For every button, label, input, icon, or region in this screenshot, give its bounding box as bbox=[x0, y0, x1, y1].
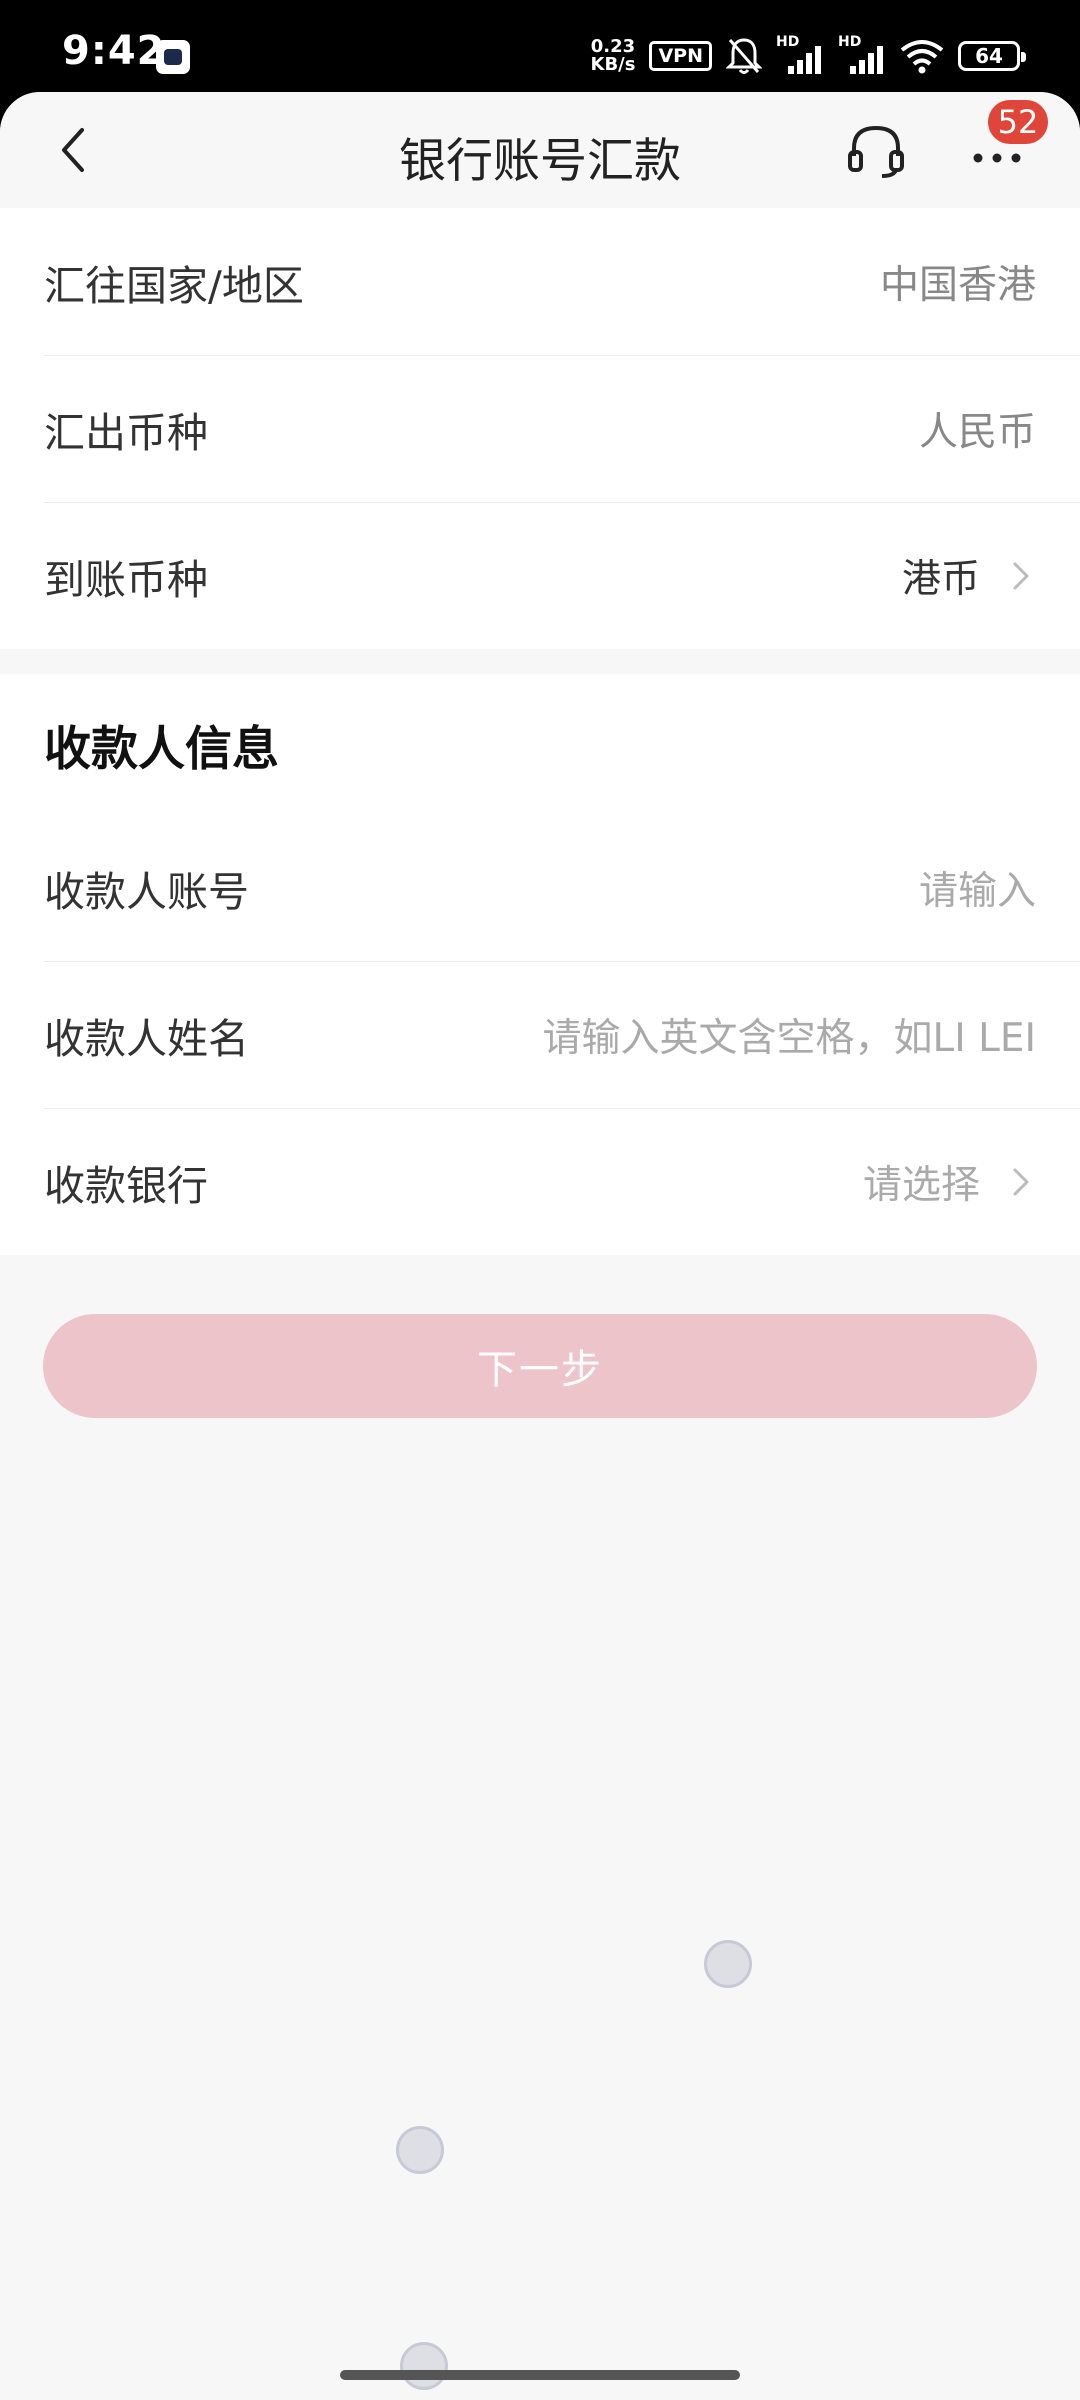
receive-currency-row[interactable]: 到账币种 港币 bbox=[0, 502, 1080, 649]
payee-name-input[interactable]: 请输入英文含空格，如LI LEI bbox=[543, 1007, 1037, 1063]
send-currency-value: 人民币 bbox=[918, 409, 1036, 455]
transfer-info-card: 汇往国家/地区 中国香港 汇出币种 人民币 到账币种 港币 bbox=[0, 208, 1080, 649]
payee-account-input[interactable]: 请输入 bbox=[919, 860, 1036, 916]
status-bar: 9:42 0.23 KB/s VPN HD HD 64 bbox=[0, 0, 1080, 100]
wifi-icon bbox=[900, 40, 944, 74]
touch-indicator bbox=[396, 2126, 444, 2174]
payee-account-row[interactable]: 收款人账号 请输入 bbox=[0, 814, 1080, 961]
receive-currency-value: 港币 bbox=[901, 556, 980, 602]
chevron-right-icon bbox=[1013, 1168, 1029, 1195]
app-notification-icon bbox=[156, 40, 190, 74]
network-speed: 0.23 KB/s bbox=[591, 38, 636, 74]
notification-badge: 52 bbox=[988, 100, 1048, 144]
payee-bank-select[interactable]: 请选择 bbox=[863, 1154, 980, 1210]
status-time: 9:42 bbox=[62, 28, 166, 74]
payee-info-card: 收款人信息 收款人账号 请输入 收款人姓名 请输入英文含空格，如LI LEI 收… bbox=[0, 674, 1080, 1255]
payee-bank-row[interactable]: 收款银行 请选择 bbox=[0, 1108, 1080, 1255]
destination-country-row: 汇往国家/地区 中国香港 bbox=[0, 208, 1080, 355]
send-currency-label: 汇出币种 bbox=[44, 408, 208, 457]
touch-indicator bbox=[704, 1940, 752, 1988]
home-indicator[interactable] bbox=[340, 2370, 740, 2380]
destination-country-label: 汇往国家/地区 bbox=[44, 261, 304, 310]
signal-icon-2: HD bbox=[838, 34, 886, 76]
receive-currency-label: 到账币种 bbox=[44, 555, 208, 604]
vpn-badge: VPN bbox=[649, 41, 712, 71]
next-step-button[interactable]: 下一步 bbox=[43, 1314, 1037, 1418]
send-currency-row: 汇出币种 人民币 bbox=[0, 355, 1080, 502]
payee-name-row[interactable]: 收款人姓名 请输入英文含空格，如LI LEI bbox=[0, 961, 1080, 1108]
app-screen: 银行账号汇款 52 汇往国家/地区 中国香港 汇出币种 人民币 到账币种 港币 bbox=[0, 92, 1080, 2400]
status-indicators: 0.23 KB/s VPN HD HD 64 bbox=[591, 34, 1026, 78]
bell-muted-icon bbox=[726, 38, 762, 74]
payee-bank-label: 收款银行 bbox=[44, 1161, 208, 1210]
payee-account-label: 收款人账号 bbox=[44, 867, 249, 916]
chevron-right-icon bbox=[1013, 562, 1029, 589]
destination-country-value: 中国香港 bbox=[879, 262, 1036, 308]
battery-indicator: 64 bbox=[958, 41, 1026, 71]
payee-section-title: 收款人信息 bbox=[44, 721, 279, 777]
navigation-bar: 银行账号汇款 52 bbox=[0, 92, 1080, 208]
network-speed-unit: KB/s bbox=[590, 54, 636, 75]
page-title: 银行账号汇款 bbox=[399, 134, 681, 189]
payee-name-label: 收款人姓名 bbox=[44, 1014, 249, 1063]
touch-indicator bbox=[400, 2342, 448, 2390]
signal-icon-1: HD bbox=[776, 34, 824, 76]
customer-service-headset-icon[interactable] bbox=[844, 118, 908, 182]
